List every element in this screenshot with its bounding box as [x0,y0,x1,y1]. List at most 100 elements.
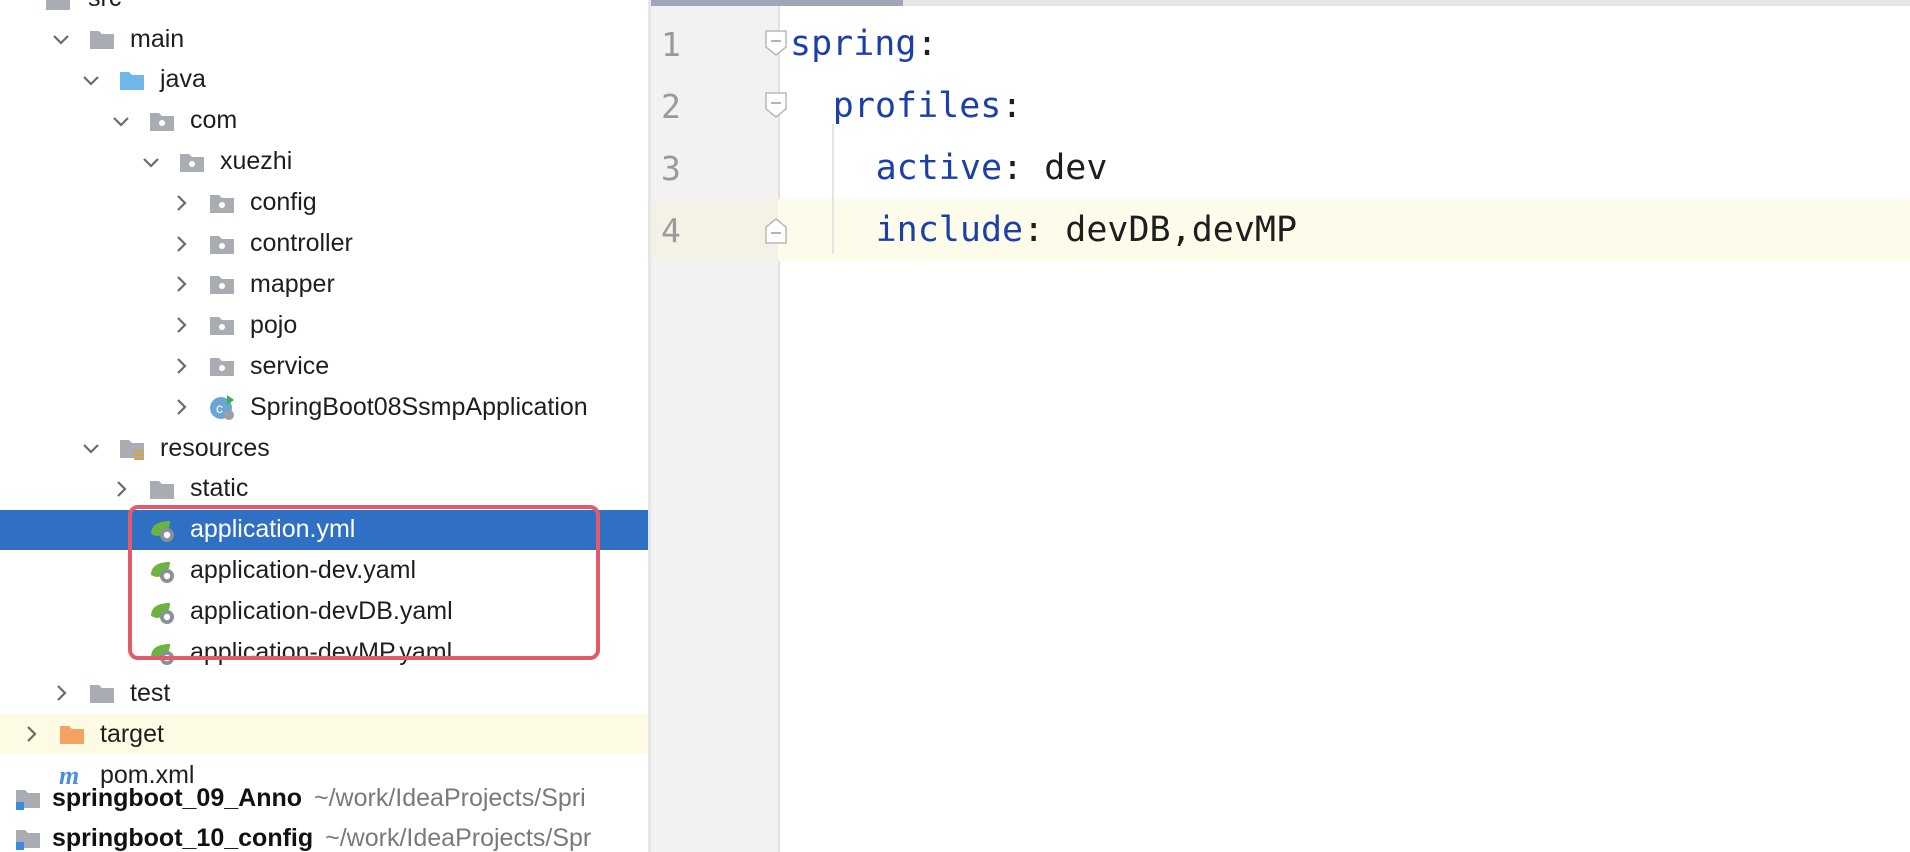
spring-class-icon: c [208,393,236,421]
spring-yaml-icon [148,598,176,626]
tree-item-main[interactable]: main [0,19,648,59]
code-line[interactable]: 2 profiles: [651,75,1910,137]
code-text: active: dev [876,148,1108,188]
project-row[interactable]: springboot_10_config ~/work/IdeaProjects/… [0,818,648,852]
line-number: 4 [661,210,681,250]
yaml-key: profiles [832,86,1002,126]
tree-item-resources[interactable]: resources [0,428,648,468]
tree-item-springboot08ssmpapplication[interactable]: c SpringBoot08SsmpApplication [0,387,648,427]
chevron-right-icon[interactable] [168,190,194,216]
package-icon [208,230,236,258]
spring-yaml-icon [148,516,176,544]
tree-item-com[interactable]: com [0,101,648,141]
tree-item-mapper[interactable]: mapper [0,264,648,304]
tree-item-label: java [160,65,206,94]
tree-item-label: xuezhi [220,147,293,176]
folder-icon [88,25,116,53]
package-icon [178,148,206,176]
tree-item-label: mapper [250,269,335,298]
yaml-separator: : [1001,86,1023,126]
chevron-right-icon[interactable] [18,721,44,747]
code-line[interactable]: 4 include: devDB,devMP [651,199,1910,261]
chevron-right-icon[interactable] [168,353,194,379]
chevron-right-icon[interactable] [108,476,134,502]
yaml-separator: : [1002,148,1045,188]
code-text: spring: [790,24,938,64]
project-tree-panel[interactable]: src main java com xuezhi config controller map… [0,0,648,852]
tree-row-label: src [88,0,121,13]
tree-item-label: static [190,474,249,503]
yaml-separator: : [916,24,938,64]
package-icon [148,107,176,135]
spring-yaml-icon [148,557,176,585]
tree-item-label: pojo [250,310,298,339]
code-editor[interactable]: 1 spring: 2 profiles: 3 active: dev 4 include: … [651,6,1910,852]
code-line[interactable]: 3 active: dev [651,137,1910,199]
tree-item-label: application.yml [190,515,356,544]
package-icon [208,270,236,298]
tree-item-label: test [130,678,171,707]
tree-item-application-devdb-yaml[interactable]: application-devDB.yaml [0,592,648,632]
resources-folder-icon [118,434,146,462]
tree-item-label: application-devDB.yaml [190,597,453,626]
tree-item-application-yml[interactable]: application.yml [0,509,648,550]
tree-item-java[interactable]: java [0,60,648,100]
yaml-key: spring [790,24,917,64]
package-icon [208,352,236,380]
folder-icon [88,679,116,707]
chevron-right-icon[interactable] [168,231,194,257]
tree-item-label: config [250,188,317,217]
source-folder-icon [118,66,146,94]
folder-icon [44,0,72,14]
chevron-down-icon[interactable] [78,67,104,93]
tree-item-xuezhi[interactable]: xuezhi [0,142,648,182]
line-number: 2 [661,86,681,126]
tree-row-src[interactable]: src [0,0,648,18]
line-number: 1 [661,24,681,64]
tree-item-pojo[interactable]: pojo [0,305,648,345]
chevron-down-icon[interactable] [108,108,134,134]
project-row[interactable]: springboot_09_Anno ~/work/IdeaProjects/Sp… [0,778,648,818]
tree-item-label: service [250,351,330,380]
chevron-right-icon[interactable] [168,271,194,297]
project-folder-icon [14,784,42,812]
package-icon [208,189,236,217]
chevron-right-icon[interactable] [168,394,194,420]
chevron-down-icon[interactable] [78,435,104,461]
tree-item-application-dev-yaml[interactable]: application-dev.yaml [0,551,648,591]
tree-item-label: SpringBoot08SsmpApplication [250,392,588,421]
fold-collapse-icon[interactable] [764,91,788,121]
line-number: 3 [661,148,681,188]
package-icon [208,311,236,339]
yaml-key: active [875,148,1003,188]
tree-item-application-devmp-yaml[interactable]: application-devMP.yaml [0,633,648,673]
project-path: ~/work/IdeaProjects/Spri [314,783,586,812]
yaml-value: dev [1044,148,1108,188]
tree-item-label: main [130,24,185,53]
project-name: springboot_09_Anno [52,783,303,812]
folder-icon [148,475,176,503]
chevron-right-icon[interactable] [48,680,74,706]
tree-item-test[interactable]: test [0,673,648,713]
yaml-separator: : [1023,210,1066,250]
tree-item-label: application-dev.yaml [190,556,417,585]
project-name: springboot_10_config [52,823,314,852]
code-line[interactable]: 1 spring: [651,13,1910,75]
tree-item-static[interactable]: static [0,469,648,509]
fold-end-icon[interactable] [764,215,788,245]
tree-item-label: com [190,106,238,135]
tree-item-config[interactable]: config [0,183,648,223]
spring-yaml-icon [148,639,176,667]
chevron-down-icon[interactable] [138,149,164,175]
tree-item-controller[interactable]: controller [0,224,648,264]
chevron-right-icon[interactable] [168,312,194,338]
tree-item-label: application-devMP.yaml [190,638,453,666]
chevron-down-icon[interactable] [48,26,74,52]
indent-guide [832,124,834,254]
fold-collapse-icon[interactable] [764,29,788,59]
project-folder-icon [14,824,42,852]
tree-item-target[interactable]: target [0,714,648,755]
yaml-value: devDB,devMP [1065,210,1298,250]
tree-item-service[interactable]: service [0,346,648,386]
yaml-key: include [875,210,1024,250]
